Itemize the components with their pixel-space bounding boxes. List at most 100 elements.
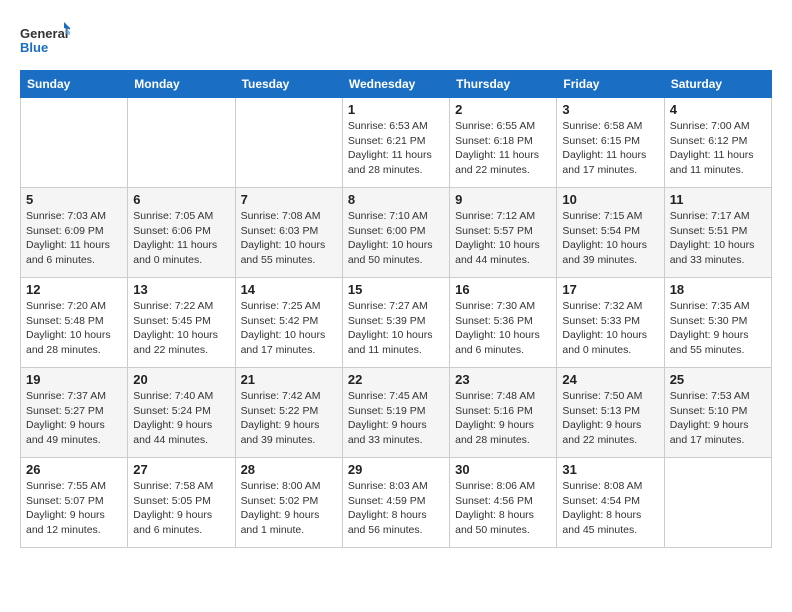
day-number: 23 [455,372,551,387]
day-info: Sunrise: 7:30 AM Sunset: 5:36 PM Dayligh… [455,299,551,358]
weekday-header-monday: Monday [128,71,235,98]
calendar-cell: 16Sunrise: 7:30 AM Sunset: 5:36 PM Dayli… [450,278,557,368]
day-info: Sunrise: 7:55 AM Sunset: 5:07 PM Dayligh… [26,479,122,538]
day-number: 17 [562,282,658,297]
day-number: 21 [241,372,337,387]
calendar-cell: 20 Sunrise: 7:40 AM Sunset: 5:24 PM Dayli… [128,368,235,458]
day-number: 28 [241,462,337,477]
calendar-cell: 10 Sunrise: 7:15 AM Sunset: 5:54 PM Dayli… [557,188,664,278]
day-number: 29 [348,462,444,477]
calendar-cell: 25 Sunrise: 7:53 AM Sunset: 5:10 PM Dayli… [664,368,771,458]
page-header: General Blue [20,20,772,60]
day-number: 2 [455,102,551,117]
svg-text:General: General [20,26,68,41]
day-info: Sunrise: 8:06 AM Sunset: 4:56 PM Dayligh… [455,479,551,538]
day-info: Sunrise: 7:25 AM Sunset: 5:42 PM Dayligh… [241,299,337,358]
day-info: Sunrise: 7:00 AM Sunset: 6:12 PM Dayligh… [670,119,766,178]
calendar-week-row: 12Sunrise: 7:20 AM Sunset: 5:48 PM Dayli… [21,278,772,368]
calendar-cell: 18 Sunrise: 7:35 AM Sunset: 5:30 PM Dayli… [664,278,771,368]
weekday-header-friday: Friday [557,71,664,98]
calendar-cell: 31 Sunrise: 8:08 AM Sunset: 4:54 PM Dayli… [557,458,664,548]
calendar-cell: 13 Sunrise: 7:22 AM Sunset: 5:45 PM Dayli… [128,278,235,368]
day-info: Sunrise: 7:22 AM Sunset: 5:45 PM Dayligh… [133,299,229,358]
day-number: 18 [670,282,766,297]
weekday-header-sunday: Sunday [21,71,128,98]
calendar-cell [128,98,235,188]
day-number: 19 [26,372,122,387]
calendar-cell: 11 Sunrise: 7:17 AM Sunset: 5:51 PM Dayli… [664,188,771,278]
day-number: 9 [455,192,551,207]
calendar-cell: 22Sunrise: 7:45 AM Sunset: 5:19 PM Dayli… [342,368,449,458]
day-info: Sunrise: 7:15 AM Sunset: 5:54 PM Dayligh… [562,209,658,268]
day-info: Sunrise: 8:03 AM Sunset: 4:59 PM Dayligh… [348,479,444,538]
day-number: 26 [26,462,122,477]
calendar-cell: 8 Sunrise: 7:10 AM Sunset: 6:00 PM Daylig… [342,188,449,278]
day-number: 22 [348,372,444,387]
calendar-cell: 12Sunrise: 7:20 AM Sunset: 5:48 PM Dayli… [21,278,128,368]
day-info: Sunrise: 7:08 AM Sunset: 6:03 PM Dayligh… [241,209,337,268]
day-number: 7 [241,192,337,207]
day-info: Sunrise: 7:05 AM Sunset: 6:06 PM Dayligh… [133,209,229,268]
day-info: Sunrise: 7:20 AM Sunset: 5:48 PM Dayligh… [26,299,122,358]
day-number: 1 [348,102,444,117]
day-number: 25 [670,372,766,387]
calendar-cell: 27Sunrise: 7:58 AM Sunset: 5:05 PM Dayli… [128,458,235,548]
day-info: Sunrise: 7:48 AM Sunset: 5:16 PM Dayligh… [455,389,551,448]
calendar-cell [235,98,342,188]
day-number: 8 [348,192,444,207]
day-number: 14 [241,282,337,297]
day-number: 6 [133,192,229,207]
calendar-cell: 9 Sunrise: 7:12 AM Sunset: 5:57 PM Daylig… [450,188,557,278]
day-number: 5 [26,192,122,207]
day-info: Sunrise: 7:50 AM Sunset: 5:13 PM Dayligh… [562,389,658,448]
weekday-header-saturday: Saturday [664,71,771,98]
day-info: Sunrise: 7:12 AM Sunset: 5:57 PM Dayligh… [455,209,551,268]
logo-svg: General Blue [20,20,70,60]
calendar-cell: 5 Sunrise: 7:03 AM Sunset: 6:09 PM Daylig… [21,188,128,278]
calendar-cell: 4Sunrise: 7:00 AM Sunset: 6:12 PM Daylig… [664,98,771,188]
calendar-week-row: 19 Sunrise: 7:37 AM Sunset: 5:27 PM Dayli… [21,368,772,458]
calendar-cell: 26 Sunrise: 7:55 AM Sunset: 5:07 PM Dayli… [21,458,128,548]
calendar-week-row: 26 Sunrise: 7:55 AM Sunset: 5:07 PM Dayli… [21,458,772,548]
logo: General Blue [20,20,70,60]
day-info: Sunrise: 7:27 AM Sunset: 5:39 PM Dayligh… [348,299,444,358]
day-info: Sunrise: 8:08 AM Sunset: 4:54 PM Dayligh… [562,479,658,538]
calendar-cell: 28 Sunrise: 8:00 AM Sunset: 5:02 PM Dayli… [235,458,342,548]
day-number: 13 [133,282,229,297]
weekday-header-thursday: Thursday [450,71,557,98]
calendar-table: SundayMondayTuesdayWednesdayThursdayFrid… [20,70,772,548]
calendar-cell: 23 Sunrise: 7:48 AM Sunset: 5:16 PM Dayli… [450,368,557,458]
calendar-cell: 17Sunrise: 7:32 AM Sunset: 5:33 PM Dayli… [557,278,664,368]
calendar-body: 1 Sunrise: 6:53 AM Sunset: 6:21 PM Daylig… [21,98,772,548]
day-info: Sunrise: 6:53 AM Sunset: 6:21 PM Dayligh… [348,119,444,178]
calendar-cell: 2Sunrise: 6:55 AM Sunset: 6:18 PM Daylig… [450,98,557,188]
day-number: 27 [133,462,229,477]
day-number: 10 [562,192,658,207]
day-info: Sunrise: 8:00 AM Sunset: 5:02 PM Dayligh… [241,479,337,538]
calendar-cell: 7 Sunrise: 7:08 AM Sunset: 6:03 PM Daylig… [235,188,342,278]
day-number: 30 [455,462,551,477]
day-info: Sunrise: 7:37 AM Sunset: 5:27 PM Dayligh… [26,389,122,448]
calendar-cell: 21 Sunrise: 7:42 AM Sunset: 5:22 PM Dayli… [235,368,342,458]
calendar-header: SundayMondayTuesdayWednesdayThursdayFrid… [21,71,772,98]
calendar-week-row: 5 Sunrise: 7:03 AM Sunset: 6:09 PM Daylig… [21,188,772,278]
day-info: Sunrise: 7:42 AM Sunset: 5:22 PM Dayligh… [241,389,337,448]
calendar-week-row: 1 Sunrise: 6:53 AM Sunset: 6:21 PM Daylig… [21,98,772,188]
day-number: 20 [133,372,229,387]
calendar-cell: 15Sunrise: 7:27 AM Sunset: 5:39 PM Dayli… [342,278,449,368]
calendar-cell: 3Sunrise: 6:58 AM Sunset: 6:15 PM Daylig… [557,98,664,188]
day-info: Sunrise: 7:17 AM Sunset: 5:51 PM Dayligh… [670,209,766,268]
day-info: Sunrise: 7:03 AM Sunset: 6:09 PM Dayligh… [26,209,122,268]
day-info: Sunrise: 7:53 AM Sunset: 5:10 PM Dayligh… [670,389,766,448]
day-info: Sunrise: 7:40 AM Sunset: 5:24 PM Dayligh… [133,389,229,448]
day-info: Sunrise: 7:35 AM Sunset: 5:30 PM Dayligh… [670,299,766,358]
svg-text:Blue: Blue [20,40,48,55]
calendar-cell: 1 Sunrise: 6:53 AM Sunset: 6:21 PM Daylig… [342,98,449,188]
day-number: 31 [562,462,658,477]
day-info: Sunrise: 7:10 AM Sunset: 6:00 PM Dayligh… [348,209,444,268]
day-info: Sunrise: 6:58 AM Sunset: 6:15 PM Dayligh… [562,119,658,178]
calendar-cell [664,458,771,548]
calendar-cell [21,98,128,188]
day-number: 11 [670,192,766,207]
calendar-cell: 6 Sunrise: 7:05 AM Sunset: 6:06 PM Daylig… [128,188,235,278]
